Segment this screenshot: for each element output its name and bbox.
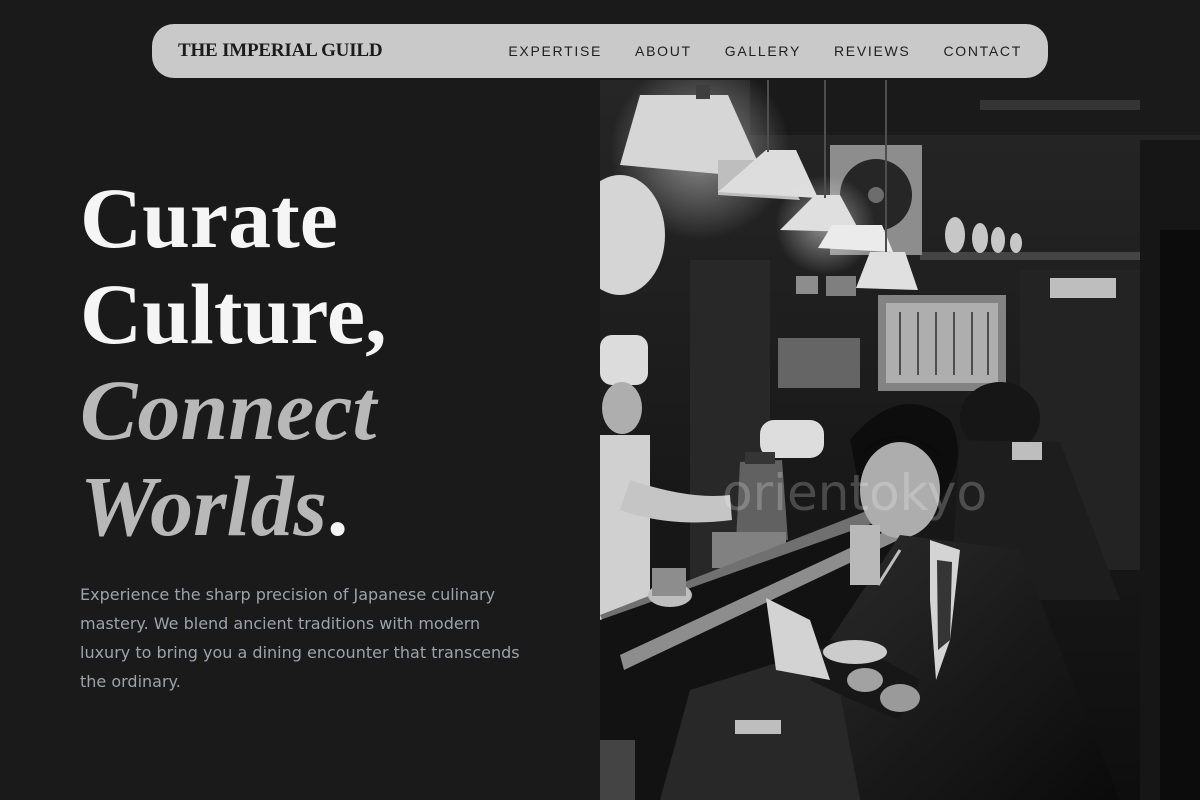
nav-links: EXPERTISE ABOUT GALLERY REVIEWS CONTACT xyxy=(508,43,1022,59)
nav-link-expertise[interactable]: EXPERTISE xyxy=(508,43,602,59)
hero-photo: orientokyo xyxy=(600,80,1200,800)
hero-title-line-2: Culture, xyxy=(80,266,387,362)
hero-title-line-1: Curate xyxy=(80,170,338,266)
nav-link-contact[interactable]: CONTACT xyxy=(943,43,1022,59)
hero-title-line-4: Worlds. xyxy=(80,458,387,554)
brand-logo[interactable]: THE IMPERIAL GUILD xyxy=(178,40,383,62)
nav-link-gallery[interactable]: GALLERY xyxy=(725,43,801,59)
nav-link-reviews[interactable]: REVIEWS xyxy=(834,43,910,59)
photo-watermark: orientokyo xyxy=(722,464,987,522)
hero-title-period: . xyxy=(326,458,349,554)
hero-description: Experience the sharp precision of Japane… xyxy=(80,585,520,691)
top-navigation: THE IMPERIAL GUILD EXPERTISE ABOUT GALLE… xyxy=(152,24,1048,78)
nav-link-about[interactable]: ABOUT xyxy=(635,43,692,59)
hero-title-worlds: Worlds xyxy=(80,458,327,554)
ramen-bar-photo: orientokyo xyxy=(600,80,1200,800)
hero-title-line-3: Connect xyxy=(80,362,377,458)
hero-title: Curate Culture, Connect Worlds. xyxy=(80,170,387,554)
